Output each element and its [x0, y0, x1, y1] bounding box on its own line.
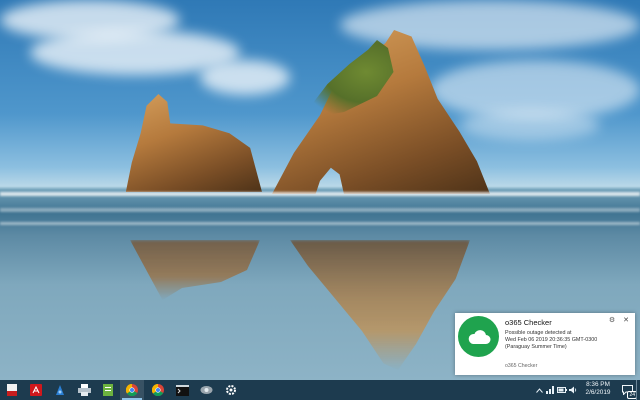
paint-icon	[56, 385, 64, 395]
battery-icon	[557, 387, 567, 393]
notification-toast[interactable]: o365 Checker ⚙ ✕ Possible outage detecte…	[455, 313, 635, 375]
wave-line	[0, 192, 640, 196]
notification-close-button[interactable]: ✕	[622, 317, 630, 325]
chrome-icon	[152, 384, 164, 396]
tray-network[interactable]	[545, 380, 555, 400]
taskbar-app-acrobat[interactable]	[24, 380, 48, 400]
rock-small	[125, 94, 262, 192]
notification-body: Possible outage detected at Wed Feb 06 2…	[505, 330, 620, 351]
taskbar-app-chrome[interactable]	[146, 380, 170, 400]
taskbar: 8:36 PM 2/6/2019 24	[0, 380, 640, 400]
chrome-icon	[126, 384, 138, 396]
taskbar-app-terminal[interactable]	[170, 380, 194, 400]
show-desktop-button[interactable]	[636, 380, 640, 400]
cloud	[460, 110, 600, 140]
action-center-button[interactable]: 24	[620, 382, 637, 399]
taskbar-app-printer[interactable]	[72, 380, 96, 400]
notification-settings-icon[interactable]: ⚙	[608, 317, 616, 325]
tray-volume[interactable]	[568, 380, 578, 400]
speaker-icon	[568, 386, 576, 394]
network-tool-icon	[200, 386, 212, 394]
taskbar-app-chrome-active[interactable]	[120, 380, 144, 400]
printer-icon	[77, 384, 91, 396]
notification-body-line: Wed Feb 06 2019 20:36:35 GMT-0300	[505, 337, 598, 343]
rock-small-reflection	[130, 240, 260, 300]
notification-title: o365 Checker	[505, 318, 552, 327]
network-icon	[546, 386, 554, 394]
pdf-tool-icon	[7, 384, 17, 396]
clock-date: 2/6/2019	[585, 389, 611, 396]
taskbar-app-settings[interactable]	[219, 380, 243, 400]
cloud	[340, 0, 640, 50]
tray-battery[interactable]	[556, 380, 568, 400]
clock-time: 8:36 PM	[586, 381, 610, 388]
chevron-up-icon	[535, 387, 543, 393]
taskbar-app-notepad[interactable]	[96, 380, 120, 400]
notification-body-line: (Paraguay Summer Time)	[505, 344, 567, 350]
taskbar-app-paint[interactable]	[48, 380, 72, 400]
wave-line	[0, 208, 640, 212]
acrobat-reader-icon	[30, 384, 42, 396]
notification-body-line: Possible outage detected at	[505, 330, 572, 336]
taskbar-app-network-tool[interactable]	[194, 380, 218, 400]
terminal-icon	[175, 384, 189, 396]
rock-arch-reflection	[290, 240, 470, 370]
settings-gear-icon	[226, 385, 236, 395]
cloud-icon	[458, 316, 499, 357]
tray-overflow-button[interactable]	[534, 380, 544, 400]
taskbar-app-pdf-tool[interactable]	[0, 380, 24, 400]
notepad-icon	[103, 384, 113, 396]
cloud	[200, 60, 290, 95]
taskbar-clock[interactable]: 8:36 PM 2/6/2019	[578, 381, 618, 399]
notification-app-name: o365 Checker	[505, 363, 538, 369]
wave-line	[0, 222, 640, 225]
